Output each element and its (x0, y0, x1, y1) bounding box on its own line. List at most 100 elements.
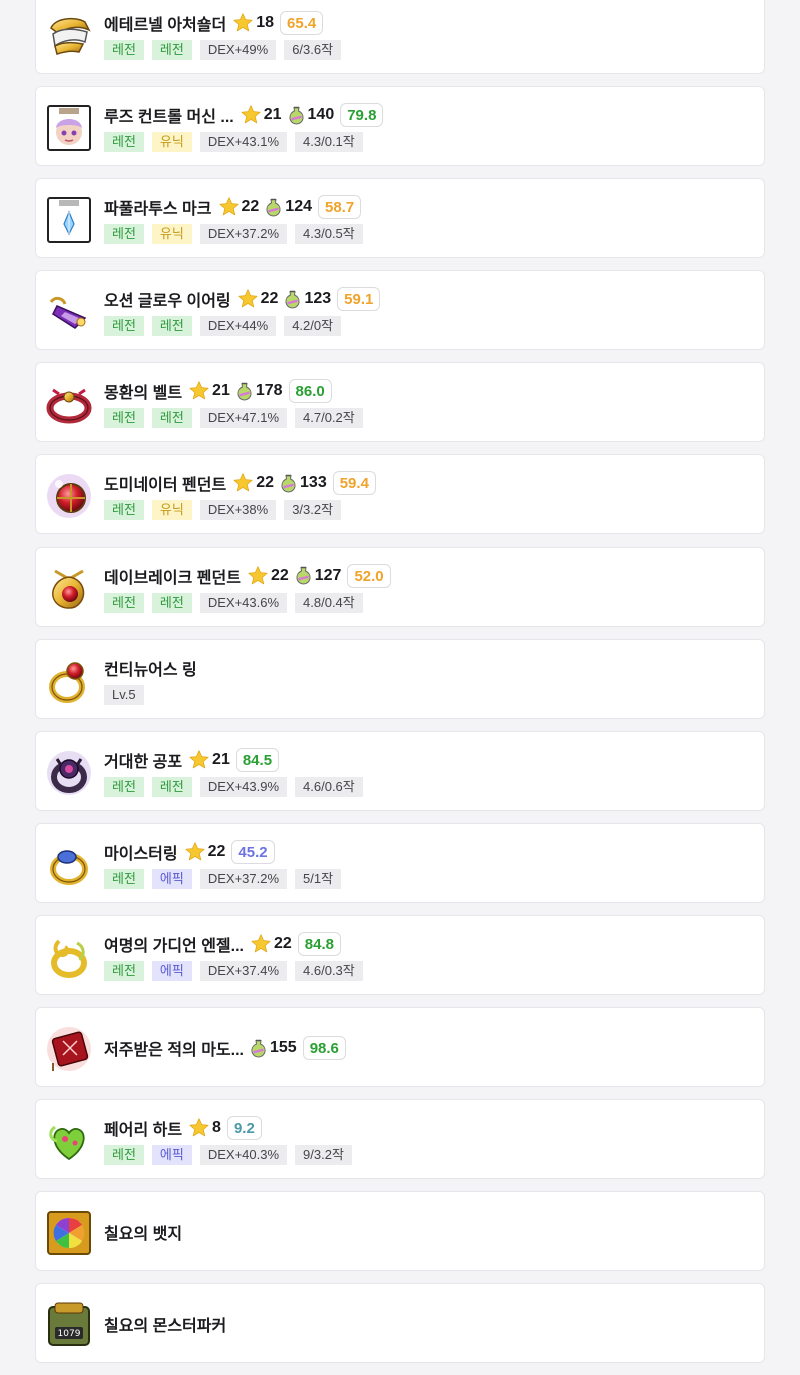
item-card[interactable]: 1079 칠요의 몬스터파커 (35, 1283, 765, 1364)
legendary-tag: 레전 (104, 316, 144, 337)
starforce: 22 (232, 472, 274, 494)
starforce: 21 (188, 749, 230, 771)
stat-tag: 3/3.2작 (284, 500, 342, 521)
potential-value: 140 (307, 106, 335, 124)
item-card[interactable]: 도미네이터 펜던트 22 133 59.4 레전 유닉 DEX+38% 3/3.2작 (35, 454, 765, 535)
stat-tag: 4.2/0작 (284, 316, 342, 337)
starforce: 18 (232, 12, 274, 34)
score-badge: 58.7 (318, 195, 362, 220)
item-card[interactable]: 칠요의 뱃지 (35, 1191, 765, 1272)
item-card[interactable]: 페어리 하트 8 9.2 레전 에픽 DEX+40.3% 9/3.2작 (35, 1099, 765, 1180)
item-name: 에테르넬 아처숄더 (104, 17, 227, 34)
score-badge: 65.4 (280, 11, 324, 35)
potential: 123 (284, 290, 331, 309)
stat-tag: DEX+43.1% (199, 132, 288, 153)
legendary-tag: 레전 (151, 776, 192, 797)
item-header: 데이브레이크 펜던트 22 127 52.0 (104, 563, 391, 589)
item-card[interactable]: 루즈 컨트롤 머신 ... 21 140 79.8 레전 유닉 DEX+43.1% 4.3/0… (35, 86, 765, 167)
item-header: 도미네이터 펜던트 22 133 59.4 (104, 470, 376, 496)
item-name: 마이스터링 (104, 845, 178, 863)
item-name: 칠요의 몬스터파커 (104, 1318, 227, 1336)
item-name: 데이브레이크 펜던트 (104, 569, 241, 587)
svg-text:1079: 1079 (58, 1329, 81, 1339)
item-name: 페어리 하트 (104, 1122, 183, 1140)
item-tags: 레전 유닉 DEX+38% 3/3.2작 (104, 500, 349, 521)
star-icon (188, 380, 212, 402)
fairy-heart-icon (45, 1117, 93, 1165)
score-badge: 59.1 (337, 287, 381, 312)
item-name: 칠요의 뱃지 (104, 1226, 183, 1244)
item-name: 저주받은 적의 마도... (104, 1042, 244, 1060)
star-icon (232, 472, 256, 494)
stat-tag: DEX+47.1% (199, 408, 288, 429)
item-card[interactable]: 마이스터링 22 45.2 레전 에픽 DEX+37.2% 5/1작 (35, 822, 765, 903)
item-card[interactable]: 데이브레이크 펜던트 22 127 52.0 레전 레전 DEX+43.6% 4.8/0.4작 (35, 546, 765, 627)
item-card[interactable]: 거대한 공포 21 84.5 레전 레전 DEX+43.9% 4.6/0.6작 (35, 730, 765, 811)
item-card[interactable]: 에테르넬 아처숄더 18 65.4 레전 레전 DEX+49% 6/3.6작 (35, 0, 765, 74)
item-card[interactable]: 여명의 가디언 엔젤... 22 84.8 레전 에픽 DEX+37.4% 4.6/0.3작 (35, 914, 765, 995)
item-header: 저주받은 적의 마도... 155 98.6 (104, 1035, 346, 1061)
item-header: 페어리 하트 8 9.2 (104, 1115, 262, 1141)
potential-value: 127 (314, 566, 342, 584)
unique-tag: 유닉 (151, 224, 192, 245)
archer-shoulder-icon (45, 12, 93, 60)
item-name: 도미네이터 펜던트 (104, 477, 227, 495)
item-name: 몽환의 벨트 (104, 385, 183, 403)
unique-tag: 유닉 (151, 500, 192, 521)
legendary-tag: 레전 (104, 132, 144, 153)
potential-cube-icon (295, 566, 315, 585)
star-count: 22 (207, 842, 226, 860)
potential-cube-icon (250, 1039, 270, 1058)
potential-value: 178 (255, 382, 283, 400)
item-header: 마이스터링 22 45.2 (104, 839, 275, 865)
item-card[interactable]: 저주받은 적의 마도... 155 98.6 (35, 1007, 765, 1088)
score-badge: 84.8 (297, 931, 341, 956)
score-badge: 79.8 (340, 103, 384, 128)
stat-tag: DEX+49% (199, 40, 277, 60)
star-icon (237, 288, 261, 310)
star-count: 21 (263, 106, 282, 124)
item-card[interactable]: 파풀라투스 마크 22 124 58.7 레전 유닉 DEX+37.2% 4.3/0.5작 (35, 178, 765, 259)
starforce: 22 (247, 565, 289, 587)
great-fear-ring-icon (45, 749, 93, 797)
legendary-tag: 레전 (104, 960, 144, 981)
item-header: 루즈 컨트롤 머신 ... 21 140 79.8 (104, 102, 384, 128)
potential: 155 (250, 1039, 297, 1058)
seven-days-badge-icon (45, 1209, 93, 1257)
starforce: 22 (250, 933, 292, 955)
item-card[interactable]: 몽환의 벨트 21 178 86.0 레전 레전 DEX+47.1% 4.7/0.2작 (35, 362, 765, 443)
stat-tag: DEX+43.6% (199, 592, 288, 613)
potential-cube-icon (288, 106, 308, 125)
potential: 178 (236, 382, 283, 401)
machine-card-icon (45, 104, 93, 152)
stat-tag: DEX+38% (199, 500, 277, 521)
cursed-magic-book-icon (45, 1025, 93, 1073)
star-icon (232, 12, 256, 34)
item-header: 거대한 공포 21 84.5 (104, 747, 280, 773)
item-tags: 레전 에픽 DEX+37.2% 5/1작 (104, 868, 349, 889)
item-tags: 레전 레전 DEX+43.6% 4.8/0.4작 (104, 592, 371, 613)
item-card[interactable]: 컨티뉴어스 링 Lv.5 (35, 638, 765, 719)
legendary-tag: 레전 (104, 868, 144, 889)
item-tags: Lv.5 (104, 684, 152, 705)
item-header: 몽환의 벨트 21 178 86.0 (104, 378, 332, 404)
legendary-tag: 레전 (151, 40, 192, 60)
score-badge: 52.0 (347, 563, 391, 588)
legendary-tag: 레전 (104, 224, 144, 245)
stat-tag: DEX+37.4% (199, 960, 288, 981)
item-name: 파풀라투스 마크 (104, 201, 212, 219)
star-icon (188, 1117, 212, 1139)
monster-parker-icon: 1079 (45, 1301, 93, 1349)
legendary-tag: 레전 (104, 592, 144, 613)
legendary-tag: 레전 (104, 40, 144, 60)
starforce: 8 (188, 1117, 221, 1139)
potential-cube-icon (265, 198, 285, 217)
item-header: 오션 글로우 이어링 22 123 59.1 (104, 286, 381, 312)
item-tags: 레전 레전 DEX+47.1% 4.7/0.2작 (104, 408, 371, 429)
legendary-tag: 레전 (104, 776, 144, 797)
item-card[interactable]: 오션 글로우 이어링 22 123 59.1 레전 레전 DEX+44% 4.2/0작 (35, 270, 765, 351)
potential-cube-icon (284, 290, 304, 309)
potential-value: 155 (270, 1039, 297, 1057)
stat-tag: 9/3.2작 (295, 1145, 352, 1166)
star-count: 21 (212, 750, 230, 768)
